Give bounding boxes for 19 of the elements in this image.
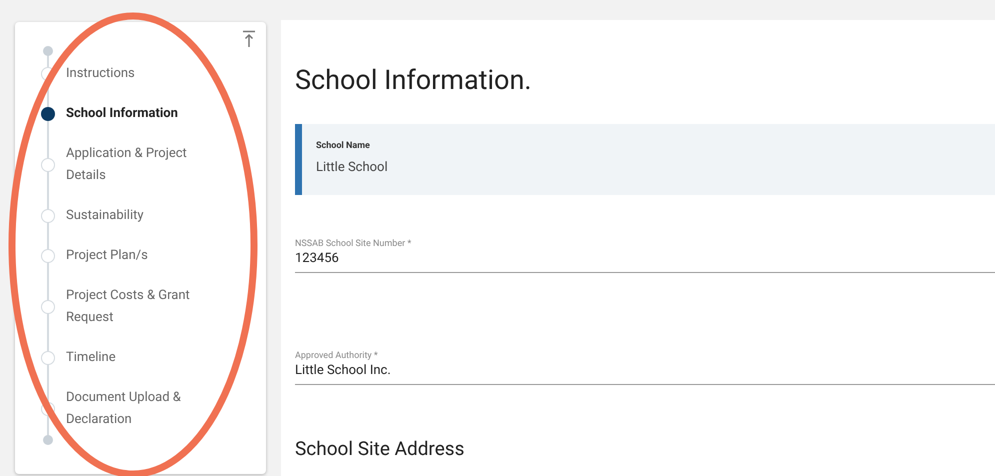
field-label: Approved Authority * [295,351,379,362]
field-value: 123456 [295,250,340,268]
field-label: NSSAB School Site Number * [295,239,412,250]
section-title: School Site Address [295,436,466,462]
step-link[interactable]: Instructions [66,63,206,85]
text-field[interactable]: Approved Authority * Little School Inc. [295,351,995,385]
step-link[interactable]: Sustainability [66,205,206,227]
step-link[interactable]: Timeline [66,347,206,369]
step-link[interactable]: Application & Project Details [66,143,206,187]
step-link[interactable]: Project Plan/s [66,245,206,267]
step-link[interactable]: School Information [66,103,206,125]
field-value: Little School [316,159,389,177]
field-label: School Name [316,140,371,152]
scroll-to-top-icon[interactable] [242,30,256,48]
step-link[interactable]: Project Costs & Grant Request [66,285,206,329]
step-link[interactable]: Document Upload & Declaration [66,387,206,431]
page-title: School Information. [295,63,532,98]
field-value: Little School Inc. [295,362,392,380]
text-field[interactable]: NSSAB School Site Number * 123456 [295,239,995,273]
